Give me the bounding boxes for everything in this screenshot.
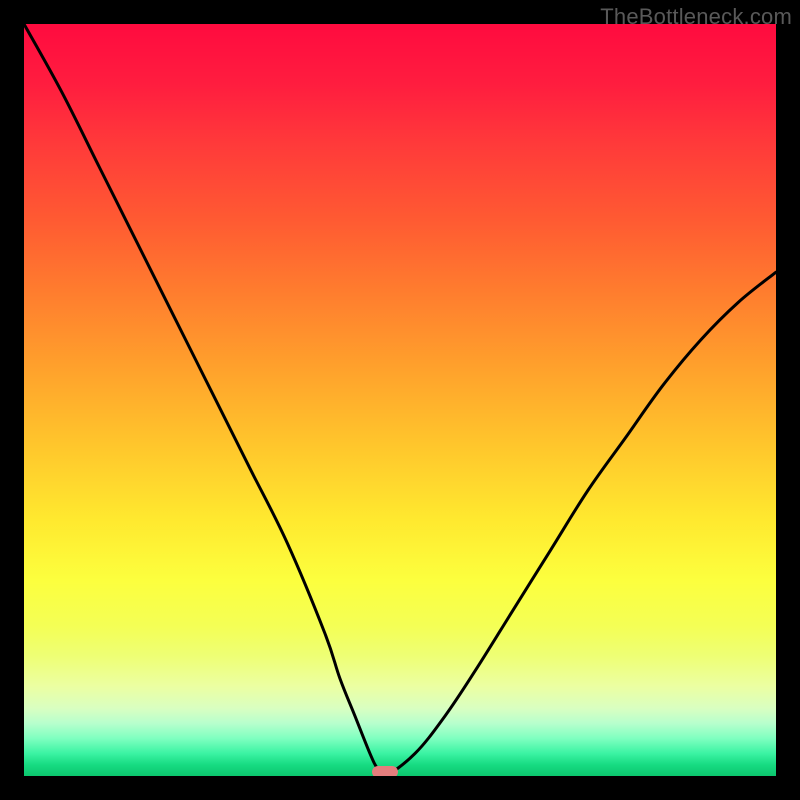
credit-watermark: TheBottleneck.com [600,4,792,30]
chart-frame: TheBottleneck.com [0,0,800,800]
min-marker [372,766,398,776]
plot-area [24,24,776,776]
bottleneck-curve [24,24,776,776]
